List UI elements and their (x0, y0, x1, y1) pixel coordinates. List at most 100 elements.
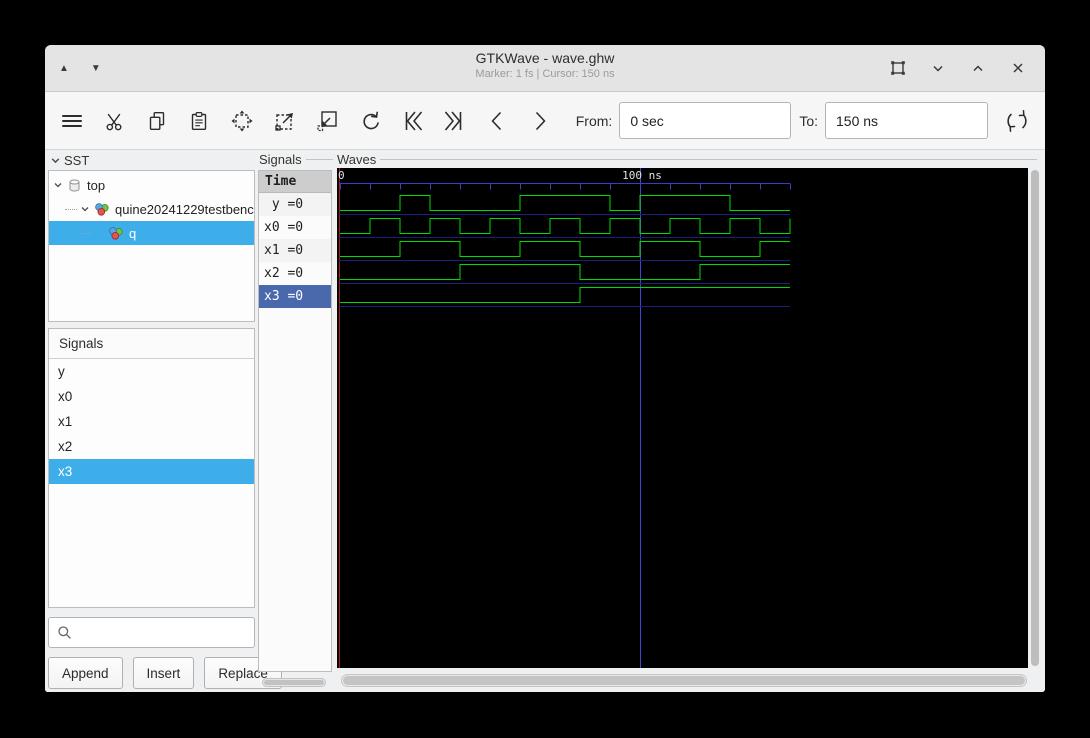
timeline-label-0: 0 (338, 169, 345, 182)
sst-expander[interactable]: SST (50, 151, 89, 169)
reload-button[interactable] (1002, 106, 1032, 136)
waves-hscrollbar-thumb[interactable] (343, 676, 1025, 685)
scope-icon (69, 179, 80, 191)
module-icon (109, 226, 123, 240)
undo-button[interactable] (355, 106, 385, 136)
tree-expander[interactable] (51, 180, 65, 190)
cut-button[interactable] (100, 106, 130, 136)
skip-to-end-icon (444, 110, 462, 131)
tree-guide (65, 208, 77, 210)
signal-buttons-row: Append Insert Replace (48, 657, 282, 689)
search-input[interactable] (78, 618, 254, 647)
close-button[interactable] (1005, 55, 1031, 81)
titlebar[interactable]: ▲ ▼ GTKWave - wave.ghw Marker: 1 fs | Cu… (45, 45, 1045, 92)
step-back-icon (492, 111, 502, 130)
module-icon-wrap (108, 226, 124, 241)
close-icon (1013, 63, 1023, 73)
frame-icon (891, 61, 905, 75)
step-forward-button[interactable] (525, 106, 555, 136)
frame-rule (380, 158, 1037, 160)
waves-vscrollbar-thumb[interactable] (1031, 170, 1039, 666)
skip-to-end-button[interactable] (440, 106, 470, 136)
search-icon (58, 626, 71, 639)
signal-name-row[interactable]: y =0 (259, 193, 331, 216)
gtkwave-window: ▲ ▼ GTKWave - wave.ghw Marker: 1 fs | Cu… (45, 45, 1045, 692)
cut-icon (106, 113, 122, 130)
sst-label: SST (64, 152, 90, 168)
zoom-fit-icon (231, 110, 253, 131)
signal-name-row[interactable]: x2 =0 (259, 262, 331, 285)
sst-tree: top quine20241229testbench q (48, 170, 255, 322)
copy-button[interactable] (142, 106, 172, 136)
menu-button[interactable] (57, 106, 87, 136)
reload-icon (1007, 109, 1027, 132)
skip-to-start-icon (405, 110, 423, 131)
time-header[interactable]: Time (259, 171, 331, 193)
zoom-fit-button[interactable] (227, 106, 257, 136)
minimize-button[interactable] (925, 55, 951, 81)
main-area: SST top quine20241229testbench q Signals y… (45, 150, 1045, 692)
signal-list-item-x1[interactable]: x1 (49, 409, 254, 434)
names-hscrollbar-thumb[interactable] (264, 680, 324, 685)
module-icon (95, 202, 109, 216)
chevron-up-icon (973, 65, 983, 72)
signal-name-row[interactable]: x1 =0 (259, 239, 331, 262)
chevron-down-icon (933, 65, 943, 72)
module-icon-wrap (94, 202, 110, 217)
signal-name-row[interactable]: x0 =0 (259, 216, 331, 239)
toolbar: From: To: (45, 92, 1045, 150)
frame-rule (305, 159, 333, 160)
tree-item-label: quine20241229testbench (115, 201, 254, 217)
expander-chevron-icon (54, 183, 62, 188)
maximize-button[interactable] (965, 55, 991, 81)
keep-above-button[interactable] (885, 55, 911, 81)
signal-names-box: Time y =0 x0 =0 x1 =0 x2 =0 x3 =0 (258, 170, 332, 672)
zoom-out-icon (317, 110, 337, 131)
zoom-in-icon (274, 112, 293, 131)
to-label: To: (799, 112, 818, 129)
tree-guide (79, 232, 91, 234)
signal-list-item-x0[interactable]: x0 (49, 384, 254, 409)
tree-item-q[interactable]: q (49, 221, 254, 245)
names-hscrollbar (262, 678, 326, 687)
to-input[interactable] (825, 102, 988, 139)
zoom-out-button[interactable] (312, 106, 342, 136)
waves-frame-label: Waves (337, 151, 377, 167)
wave-canvas[interactable]: 0 100 ns (337, 168, 1028, 668)
signal-names-column: Signals Time y =0 x0 =0 x1 =0 x2 =0 x3 =0 (258, 150, 334, 692)
signals-list-box: Signals y x0 x1 x2 x3 (48, 328, 255, 608)
menu-icon (61, 114, 82, 127)
waves-vscrollbar (1029, 168, 1041, 668)
paste-icon (192, 111, 207, 130)
insert-button[interactable]: Insert (132, 657, 195, 689)
zoom-in-button[interactable] (270, 106, 300, 136)
append-button[interactable]: Append (48, 657, 123, 689)
sst-panel: SST top quine20241229testbench q Signals y… (48, 150, 282, 692)
from-input[interactable] (619, 102, 792, 139)
step-forward-icon (535, 111, 546, 130)
waves-hscrollbar (341, 674, 1027, 687)
tree-item-quine20241229testbench[interactable]: quine20241229testbench (49, 197, 254, 221)
names-frame-label: Signals (259, 152, 302, 167)
copy-icon (149, 111, 165, 130)
from-label: From: (575, 112, 613, 129)
tree-expander[interactable] (78, 204, 92, 214)
step-back-button[interactable] (483, 106, 513, 136)
signal-search-box[interactable] (48, 617, 255, 648)
signal-list-item-x2[interactable]: x2 (49, 434, 254, 459)
expander-chevron-icon (81, 207, 89, 212)
paste-button[interactable] (185, 106, 215, 136)
tree-item-top[interactable]: top (49, 173, 254, 197)
skip-to-start-button[interactable] (398, 106, 428, 136)
signal-list-item-x3[interactable]: x3 (49, 459, 254, 484)
tree-item-label: q (129, 225, 137, 241)
waves-column: Waves 0 100 ns (335, 150, 1042, 692)
signal-list-item-y[interactable]: y (49, 359, 254, 384)
scope-icon-wrap (67, 178, 82, 193)
timeline-label-100ns: 100 ns (622, 169, 662, 182)
signal-name-row[interactable]: x3 =0 (259, 285, 331, 308)
tree-item-label: top (87, 177, 106, 193)
undo-icon (363, 111, 379, 129)
signals-list-header: Signals (49, 329, 254, 359)
chevron-down-icon (51, 157, 60, 163)
